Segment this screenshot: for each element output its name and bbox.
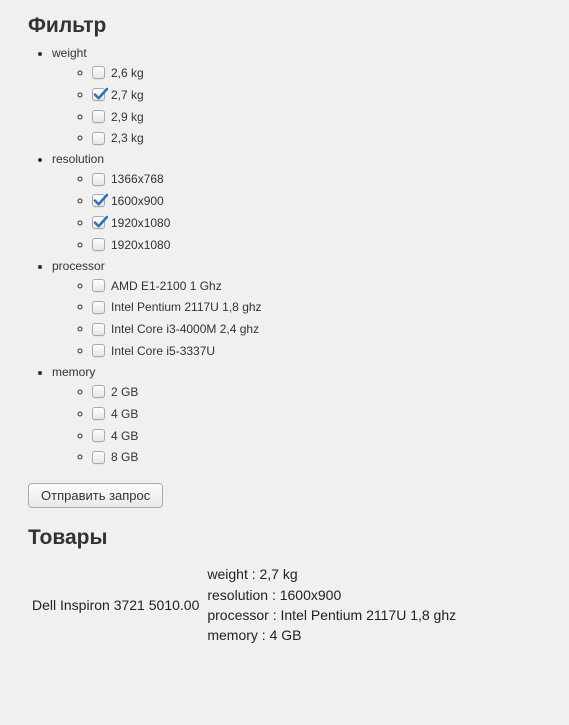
- filter-option: Intel Core i3-4000M 2,4 ghz: [92, 318, 541, 339]
- filter-option-label: 8 GB: [111, 450, 138, 464]
- filter-options: AMD E1-2100 1 Ghz Intel Pentium 2117U 1,8…: [52, 275, 541, 361]
- filter-group: memory 2 GB 4 GB 4 GB 8 GB: [52, 365, 541, 467]
- filter-options: 2 GB 4 GB 4 GB 8 GB: [52, 381, 541, 467]
- filter-option-label: AMD E1-2100 1 Ghz: [111, 278, 222, 292]
- filter-group-name: weight: [52, 46, 87, 60]
- filter-option-label: 2 GB: [111, 385, 138, 399]
- filter-option-label: Intel Core i5-3337U: [111, 344, 215, 358]
- filter-option-label: 2,9 kg: [111, 109, 144, 123]
- filter-option: Intel Core i5-3337U: [92, 340, 541, 361]
- filter-option: 4 GB: [92, 425, 541, 446]
- filter-checkbox[interactable]: [92, 323, 105, 336]
- filter-option-label: 2,7 kg: [111, 88, 144, 102]
- filter-option: 2 GB: [92, 381, 541, 402]
- filter-option: 2,6 kg: [92, 62, 541, 83]
- filter-option-label: 4 GB: [111, 407, 138, 421]
- spec-value: 1600x900: [280, 587, 342, 603]
- filter-option: 2,9 kg: [92, 106, 541, 127]
- filter-heading: Фильтр: [28, 14, 541, 38]
- product-spec: processor : Intel Pentium 2117U 1,8 ghz: [207, 605, 456, 625]
- filter-group: weight 2,6 kg 2,7 kg 2,9 kg 2,3 kg: [52, 46, 541, 148]
- filter-checkbox[interactable]: [92, 344, 105, 357]
- filter-option: 1600x900: [92, 190, 541, 211]
- filter-group-name: memory: [52, 365, 95, 379]
- filter-option: 2,7 kg: [92, 84, 541, 105]
- filter-list: weight 2,6 kg 2,7 kg 2,9 kg 2,3 kg resolution…: [28, 46, 541, 467]
- filter-option-label: Intel Pentium 2117U 1,8 ghz: [111, 300, 262, 314]
- filter-option-label: 4 GB: [111, 428, 138, 442]
- filter-group: processor AMD E1-2100 1 Ghz Intel Pentium …: [52, 259, 541, 361]
- filter-checkbox[interactable]: [92, 429, 105, 442]
- spec-key: weight: [207, 566, 247, 582]
- filter-checkbox[interactable]: [92, 66, 105, 79]
- products-table: Dell Inspiron 3721 5010.00weight : 2,7 k…: [28, 562, 460, 647]
- product-spec: weight : 2,7 kg: [207, 564, 456, 584]
- filter-option-label: 1366x768: [111, 172, 164, 186]
- filter-checkbox[interactable]: [92, 279, 105, 292]
- products-heading: Товары: [28, 526, 541, 550]
- filter-option-label: 1920x1080: [111, 238, 170, 252]
- filter-checkbox[interactable]: [92, 385, 105, 398]
- filter-option: AMD E1-2100 1 Ghz: [92, 275, 541, 296]
- product-price: 5010.00: [149, 597, 200, 613]
- filter-checkbox[interactable]: [92, 194, 105, 207]
- product-spec: memory : 4 GB: [207, 625, 456, 645]
- spec-value: Intel Pentium 2117U 1,8 ghz: [281, 607, 457, 623]
- filter-option: 1920x1080: [92, 212, 541, 233]
- filter-checkbox[interactable]: [92, 173, 105, 186]
- spec-value: 2,7 kg: [260, 566, 298, 582]
- filter-checkbox[interactable]: [92, 301, 105, 314]
- filter-group-name: processor: [52, 259, 105, 273]
- filter-checkbox[interactable]: [92, 407, 105, 420]
- submit-button[interactable]: Отправить запрос: [28, 483, 163, 508]
- spec-value: 4 GB: [270, 627, 302, 643]
- spec-key: memory: [207, 627, 258, 643]
- filter-option: 1366x768: [92, 168, 541, 189]
- product-name-cell: Dell Inspiron 3721 5010.00: [28, 562, 203, 647]
- filter-option: 2,3 kg: [92, 127, 541, 148]
- filter-option: 8 GB: [92, 446, 541, 467]
- filter-option: 1920x1080: [92, 234, 541, 255]
- filter-checkbox[interactable]: [92, 88, 105, 101]
- table-row: Dell Inspiron 3721 5010.00weight : 2,7 k…: [28, 562, 460, 647]
- filter-checkbox[interactable]: [92, 451, 105, 464]
- filter-checkbox[interactable]: [92, 238, 105, 251]
- filter-option: Intel Pentium 2117U 1,8 ghz: [92, 296, 541, 317]
- filter-option: 4 GB: [92, 403, 541, 424]
- filter-checkbox[interactable]: [92, 132, 105, 145]
- filter-option-label: 1600x900: [111, 194, 164, 208]
- filter-option-label: Intel Core i3-4000M 2,4 ghz: [111, 322, 259, 336]
- filter-group: resolution 1366x768 1600x900 1920x1080 1920x…: [52, 152, 541, 254]
- filter-checkbox[interactable]: [92, 216, 105, 229]
- product-name: Dell Inspiron 3721: [32, 597, 145, 613]
- spec-key: resolution: [207, 587, 268, 603]
- filter-option-label: 2,6 kg: [111, 66, 144, 80]
- product-spec: resolution : 1600x900: [207, 585, 456, 605]
- spec-key: processor: [207, 607, 268, 623]
- filter-checkbox[interactable]: [92, 110, 105, 123]
- filter-options: 2,6 kg 2,7 kg 2,9 kg 2,3 kg: [52, 62, 541, 148]
- filter-options: 1366x768 1600x900 1920x1080 1920x1080: [52, 168, 541, 254]
- product-specs-cell: weight : 2,7 kgresolution : 1600x900proc…: [203, 562, 460, 647]
- filter-option-label: 1920x1080: [111, 216, 170, 230]
- filter-option-label: 2,3 kg: [111, 131, 144, 145]
- filter-group-name: resolution: [52, 152, 104, 166]
